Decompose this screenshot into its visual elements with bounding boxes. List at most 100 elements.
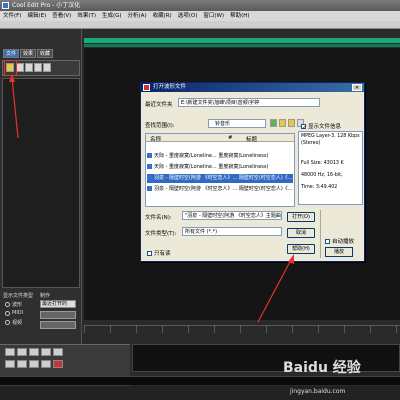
- radio-midi[interactable]: MIDI: [5, 310, 23, 316]
- column-number[interactable]: #: [228, 135, 233, 141]
- tab-effects[interactable]: 效果: [20, 49, 36, 58]
- menu-generate[interactable]: 生成(G): [102, 11, 122, 21]
- info-rate: 48000 Hz, 16-bit,: [301, 173, 343, 178]
- file-title: 隔壁时空(时空恋人)《...: [238, 186, 293, 192]
- stop-icon[interactable]: [5, 348, 15, 356]
- play-to-end-icon[interactable]: [53, 348, 63, 356]
- cancel-button[interactable]: 取消: [287, 228, 315, 238]
- sort-icon[interactable]: [43, 63, 51, 72]
- tab-favorites[interactable]: 收藏: [37, 49, 53, 58]
- radio-icon: [5, 320, 10, 325]
- fx-button-1[interactable]: [40, 311, 76, 319]
- record-icon[interactable]: [53, 360, 63, 368]
- file-name: 羽泉 - 隔壁时空(阿游 《时空恋人》...: [154, 186, 238, 192]
- column-name[interactable]: 名称: [150, 135, 161, 143]
- play-button[interactable]: 播放: [325, 247, 353, 257]
- menu-file[interactable]: 文件(F): [3, 11, 21, 21]
- window-title: Cool Edit Pro - 小丁汉化: [12, 2, 81, 9]
- title-bar: Cool Edit Pro - 小丁汉化: [0, 0, 400, 11]
- recent-folder-select[interactable]: E:\新建文件夹\旭峰\项目\音频\宇婷: [178, 98, 320, 107]
- forward-icon[interactable]: [29, 360, 39, 368]
- filetype-label: 文件类型(T):: [145, 231, 177, 237]
- read-only-checkbox[interactable]: 只有读: [147, 249, 171, 257]
- help-button[interactable]: 帮助(H): [287, 244, 315, 254]
- dialog-title: 打开波形文件: [153, 84, 187, 90]
- radio-video[interactable]: 视频: [5, 319, 22, 326]
- checkbox-label: 显示文件信息: [308, 124, 342, 130]
- menu-bar: 文件(F) 编辑(E) 查看(V) 效果(T) 生成(G) 分析(A) 收藏(R…: [0, 11, 400, 21]
- file-title: 重度寂寞(Loneliness): [218, 153, 269, 159]
- info-time: Time: 3:49.402: [301, 185, 338, 190]
- filetype-select[interactable]: 所有文件 (*.*): [182, 227, 282, 236]
- audio-file-icon: [147, 164, 152, 169]
- open-button[interactable]: 打开(O): [287, 212, 315, 222]
- show-file-info-checkbox[interactable]: ✓ 显示文件信息: [301, 122, 342, 131]
- checkbox-label: 自动播放: [332, 239, 355, 245]
- file-title: 隔壁时空(时空恋人)《...: [238, 175, 293, 181]
- auto-play-checkbox[interactable]: 自动播放: [325, 237, 354, 245]
- zoom-bar[interactable]: [84, 44, 400, 47]
- checkbox-label: 只有读: [154, 251, 171, 257]
- filename-input[interactable]: "羽泉 - 隔壁时空(阿游 《时空恋人》主题曲: [182, 211, 282, 220]
- insert-icon[interactable]: [25, 63, 33, 72]
- audio-file-icon: [147, 175, 152, 180]
- dialog-icon: [143, 84, 150, 91]
- list-header: [146, 134, 294, 142]
- recent-folder-label: 最近文件夹: [145, 102, 173, 108]
- rewind-icon[interactable]: [17, 360, 27, 368]
- app-window: Cool Edit Pro - 小丁汉化 文件(F) 编辑(E) 查看(V) 效…: [0, 0, 400, 400]
- file-name: 天际 - 重度寂寞(Loneline...: [154, 153, 217, 159]
- watermark-url: jingyan.baidu.com: [290, 388, 346, 395]
- checkbox-icon: [147, 250, 152, 256]
- file-row[interactable]: 羽泉 - 隔壁时空(阿游 《时空恋人》... 隔壁时空(时空恋人)《...: [147, 185, 293, 194]
- menu-window[interactable]: 窗口(W): [203, 11, 224, 21]
- file-name: 天际 - 重度寂寞(Loneline...: [154, 164, 217, 170]
- file-row[interactable]: 天际 - 重度寂寞(Loneline... 重度寂寞(Loneliness): [147, 152, 293, 161]
- level-meter: [0, 376, 400, 385]
- new-folder-icon[interactable]: [288, 119, 295, 127]
- radio-label: 波形: [12, 302, 23, 308]
- back-icon[interactable]: [270, 119, 277, 127]
- up-folder-icon[interactable]: [279, 119, 286, 127]
- radio-waveform[interactable]: 波形: [5, 301, 22, 308]
- fx-button-2[interactable]: [40, 321, 76, 329]
- file-title: 重度寂寞(Loneliness): [218, 164, 269, 170]
- menu-effects[interactable]: 效果(T): [77, 11, 96, 21]
- filename-label: 文件名(N):: [145, 215, 172, 221]
- audio-file-icon: [147, 186, 152, 191]
- column-title[interactable]: 标题: [246, 135, 257, 143]
- edit-icon[interactable]: [34, 63, 42, 72]
- ruler-ticks: [84, 325, 400, 333]
- file-row[interactable]: 天际 - 重度寂寞(Loneline... 重度寂寞(Loneliness): [147, 163, 293, 172]
- close-icon[interactable]: ✕: [352, 84, 362, 91]
- info-channels: (Stereo): [301, 141, 321, 146]
- menu-options[interactable]: 选项(O): [178, 11, 198, 21]
- tab-files[interactable]: 文件: [3, 49, 19, 58]
- info-size: Full Size: 43013 K: [301, 161, 344, 166]
- effects-select[interactable]: 最近打开的: [40, 300, 76, 308]
- menu-favorites[interactable]: 收藏(R): [153, 11, 172, 21]
- checkbox-icon: [325, 238, 330, 244]
- effects-label: 制作: [40, 293, 51, 299]
- close-file-icon[interactable]: [16, 63, 24, 72]
- menu-help[interactable]: 帮助(H): [230, 11, 249, 21]
- menu-view[interactable]: 查看(V): [52, 11, 71, 21]
- highlight-box: [4, 60, 17, 76]
- go-start-icon[interactable]: [5, 360, 15, 368]
- dialog-title-bar: 打开波形文件: [141, 83, 364, 92]
- overview-bar[interactable]: [84, 38, 400, 43]
- file-list[interactable]: [2, 78, 80, 288]
- look-in-select[interactable]: 铃音乐: [208, 119, 266, 128]
- file-row-selected[interactable]: 羽泉 - 隔壁时空(阿游 《时空恋人》... 隔壁时空(时空恋人)《...: [147, 174, 293, 183]
- menu-analyze[interactable]: 分析(A): [128, 11, 147, 21]
- radio-icon: [5, 310, 10, 316]
- play-icon[interactable]: [17, 348, 27, 356]
- radio-icon: [5, 302, 10, 307]
- watermark-logo: Baidu 经验: [283, 360, 361, 376]
- go-end-icon[interactable]: [41, 360, 51, 368]
- play-loop-icon[interactable]: [41, 348, 51, 356]
- pause-icon[interactable]: [29, 348, 39, 356]
- menu-edit[interactable]: 编辑(E): [27, 11, 46, 21]
- file-type-label: 显示文件类型: [3, 293, 34, 299]
- file-name: 羽泉 - 隔壁时空(阿游 《时空恋人》...: [154, 175, 238, 181]
